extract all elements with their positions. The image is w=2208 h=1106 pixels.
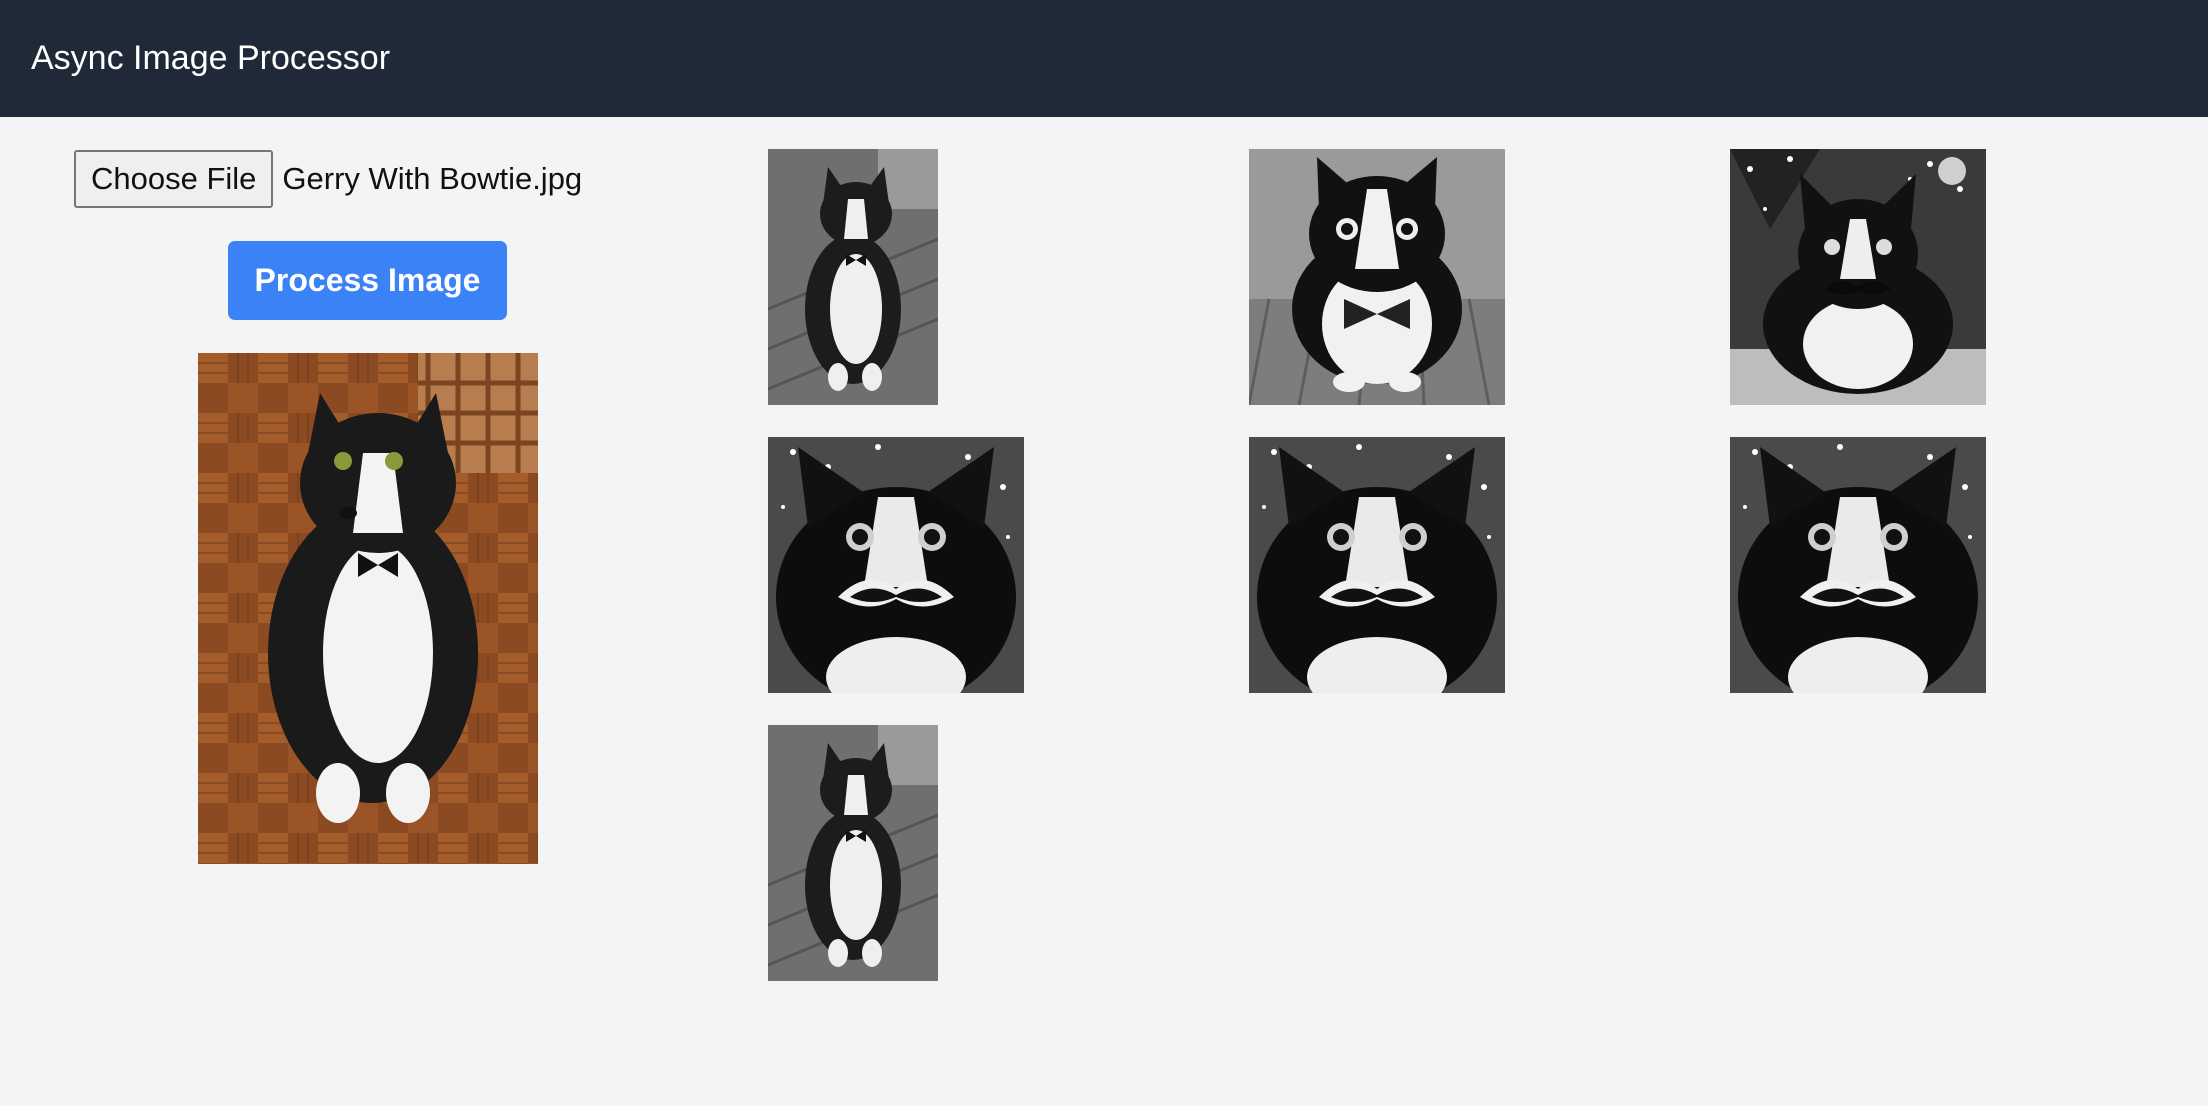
result-image-2: [1249, 149, 1505, 405]
result-image-5: [1249, 437, 1505, 693]
app-title: Async Image Processor: [31, 39, 391, 77]
result-image-6: [1730, 437, 1986, 693]
result-image-1: [768, 149, 938, 405]
result-image-4: [768, 437, 1024, 693]
result-image-7: [768, 725, 938, 981]
choose-file-button[interactable]: Choose File: [74, 150, 274, 208]
original-image: [198, 353, 538, 864]
file-input[interactable]: Choose File Gerry With Bowtie.jpg: [74, 150, 582, 208]
result-image-3: [1730, 149, 1986, 405]
selected-file-name: Gerry With Bowtie.jpg: [282, 161, 583, 196]
app-header: Async Image Processor: [0, 0, 2208, 117]
process-image-button[interactable]: Process Image: [228, 241, 507, 320]
